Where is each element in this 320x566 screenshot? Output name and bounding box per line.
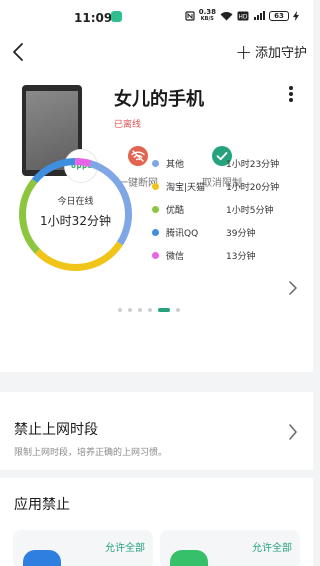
page-dot xyxy=(138,308,142,312)
back-icon[interactable] xyxy=(8,41,30,63)
legend-label: 腾讯QQ xyxy=(166,229,199,239)
legend-label: 其他 xyxy=(166,160,185,170)
allow-all-button[interactable]: 允许全部 xyxy=(252,539,292,554)
app-ban-title: 应用禁止 xyxy=(14,497,70,513)
page-dot xyxy=(148,308,152,312)
app-icon xyxy=(23,550,61,566)
legend-item: 腾讯QQ 39分钟 xyxy=(152,225,282,248)
legend-value: 39分钟 xyxy=(226,229,256,239)
svg-text:HD: HD xyxy=(238,14,248,21)
legend-label: 淘宝|天猫 xyxy=(166,183,206,193)
hd-icon: HD xyxy=(237,11,249,21)
page-dot xyxy=(118,308,122,312)
plus-icon: + xyxy=(235,39,252,64)
donut-segment xyxy=(31,158,76,184)
donut-center: 今日在线 1小时32分钟 xyxy=(17,194,134,229)
add-guard-button[interactable]: + 添加守护 xyxy=(235,39,307,64)
ban-time-title: 禁止上网时段 xyxy=(14,422,98,438)
charging-icon xyxy=(293,11,299,21)
legend-item: 微信 13分钟 xyxy=(152,248,282,271)
legend-dot xyxy=(152,229,159,236)
battery-icon: 63 xyxy=(269,11,289,21)
status-bar: 11:09 0.38 KB/S HD 63 xyxy=(0,0,313,34)
legend-value: 13分钟 xyxy=(226,252,256,262)
page-indicator xyxy=(118,308,180,312)
donut-total-value: 1小时32分钟 xyxy=(40,214,111,228)
page-dot xyxy=(158,308,170,312)
usage-legend: 其他 1小时23分钟淘宝|天猫 1小时20分钟优酷 1小时5分钟腾讯QQ 39分钟微信 1… xyxy=(152,156,282,271)
nfc-icon xyxy=(185,11,195,21)
net-speed: 0.38 KB/S xyxy=(199,9,216,23)
top-bar: + 添加守护 xyxy=(0,34,313,72)
legend-value: 1小时5分钟 xyxy=(226,206,274,216)
app-notification-icon xyxy=(111,11,122,22)
status-time: 11:09 xyxy=(74,11,113,25)
chevron-right-icon[interactable] xyxy=(288,281,298,295)
page-dot xyxy=(176,308,180,312)
legend-value: 1小时20分钟 xyxy=(226,183,280,193)
device-name: 女儿的手机 xyxy=(114,89,204,110)
legend-dot xyxy=(152,160,159,167)
legend-dot xyxy=(152,206,159,213)
donut-segment xyxy=(34,241,123,271)
legend-label: 优酷 xyxy=(166,206,185,216)
more-options-icon[interactable] xyxy=(287,86,295,106)
page-dot xyxy=(128,308,132,312)
allow-all-button[interactable]: 允许全部 xyxy=(105,539,145,554)
ban-time-section[interactable]: 禁止上网时段 限制上网时段，培养正确的上网习惯。 xyxy=(0,392,313,470)
legend-item: 优酷 1小时5分钟 xyxy=(152,202,282,225)
status-icons: 0.38 KB/S HD 63 xyxy=(185,9,299,23)
ban-time-description: 限制上网时段，培养正确的上网习惯。 xyxy=(14,448,168,458)
app-icon xyxy=(170,550,208,566)
app-card[interactable]: 允许全部 xyxy=(13,530,153,566)
app-ban-section: 应用禁止 允许全部 允许全部 xyxy=(0,478,313,566)
donut-segment xyxy=(75,157,92,168)
chevron-right-icon xyxy=(289,424,297,440)
donut-caption: 今日在线 xyxy=(57,197,94,207)
legend-item: 淘宝|天猫 1小时20分钟 xyxy=(152,179,282,202)
net-speed-value: 0.38 xyxy=(198,8,216,16)
legend-label: 微信 xyxy=(166,252,185,262)
legend-value: 1小时23分钟 xyxy=(226,160,280,170)
legend-item: 其他 1小时23分钟 xyxy=(152,156,282,179)
legend-dot xyxy=(152,183,159,190)
legend-dot xyxy=(152,252,159,259)
device-status: 已离线 xyxy=(114,120,142,130)
add-guard-label: 添加守护 xyxy=(254,46,307,61)
signal-icon xyxy=(254,11,265,20)
app-card[interactable]: 允许全部 xyxy=(160,530,300,566)
wifi-icon xyxy=(220,12,233,21)
net-speed-unit: KB/S xyxy=(200,16,214,22)
